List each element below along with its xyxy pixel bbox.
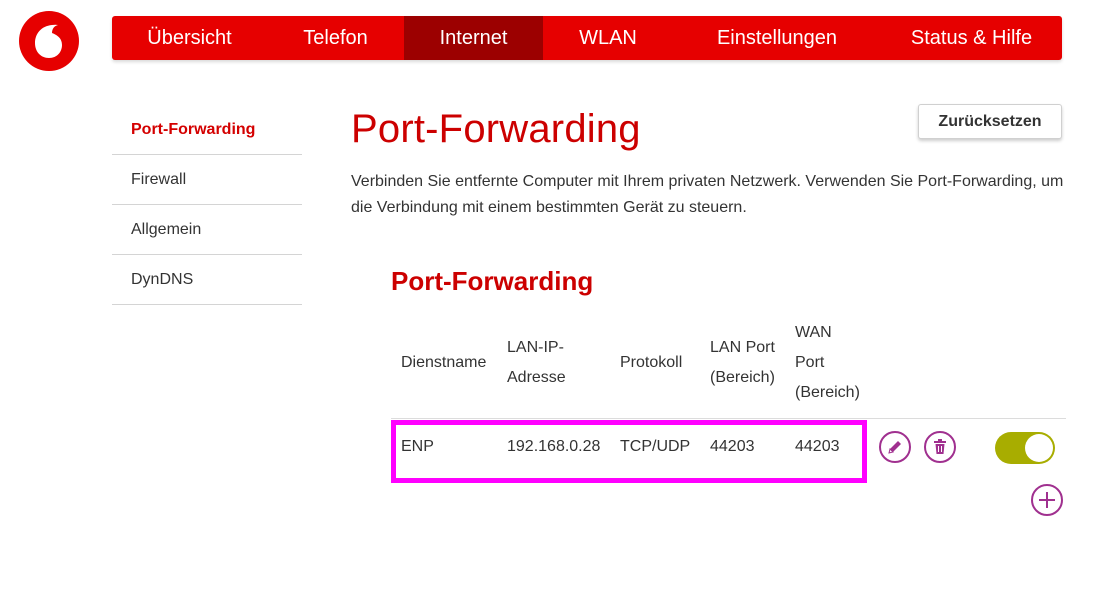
page-title: Port-Forwarding [351, 107, 641, 151]
edit-button[interactable] [879, 431, 911, 463]
page-description: Verbinden Sie entfernte Computer mit Ihr… [351, 173, 1064, 216]
column-header-lan-ip-line2: Adresse [507, 369, 566, 386]
section-title: Port-Forwarding [391, 266, 594, 296]
plus-icon [1039, 492, 1055, 508]
highlight-annotation [391, 420, 867, 483]
column-header-wan-port-line1: WAN [795, 324, 832, 341]
column-header-lan-port-line2: (Bereich) [710, 369, 775, 386]
delete-button[interactable] [924, 431, 956, 463]
column-header-wan-port-line3: (Bereich) [795, 384, 860, 401]
table-divider [391, 418, 1066, 419]
vodafone-logo-icon[interactable] [19, 11, 79, 71]
nav-tab-overview[interactable]: Übersicht [112, 16, 267, 60]
nav-tab-phone[interactable]: Telefon [267, 16, 404, 60]
reset-button[interactable]: Zurücksetzen [918, 104, 1062, 139]
pencil-icon [888, 441, 901, 454]
sidebar-item-dyndns[interactable]: DynDNS [112, 255, 302, 305]
nav-tab-wlan[interactable]: WLAN [543, 16, 673, 60]
nav-tab-status-help[interactable]: Status & Hilfe [881, 16, 1062, 60]
sidebar-item-general[interactable]: Allgemein [112, 205, 302, 255]
sidebar: Port-Forwarding Firewall Allgemein DynDN… [112, 105, 302, 305]
column-header-lan-ip-line1: LAN-IP- [507, 339, 564, 356]
add-rule-button[interactable] [1031, 484, 1063, 516]
nav-tab-settings[interactable]: Einstellungen [673, 16, 881, 60]
trash-icon [934, 439, 946, 454]
column-header-protocol: Protokoll [620, 354, 683, 371]
column-header-service-name: Dienstname [401, 354, 487, 371]
toggle-knob [1025, 434, 1053, 462]
main-navigation: Übersicht Telefon Internet WLAN Einstell… [112, 16, 1062, 60]
nav-tab-internet[interactable]: Internet [404, 16, 543, 60]
sidebar-item-firewall[interactable]: Firewall [112, 155, 302, 205]
column-header-lan-port-line1: LAN Port [710, 339, 775, 356]
column-header-wan-port-line2: Port [795, 354, 825, 371]
enable-toggle[interactable] [995, 432, 1055, 464]
sidebar-item-port-forwarding[interactable]: Port-Forwarding [112, 105, 302, 155]
